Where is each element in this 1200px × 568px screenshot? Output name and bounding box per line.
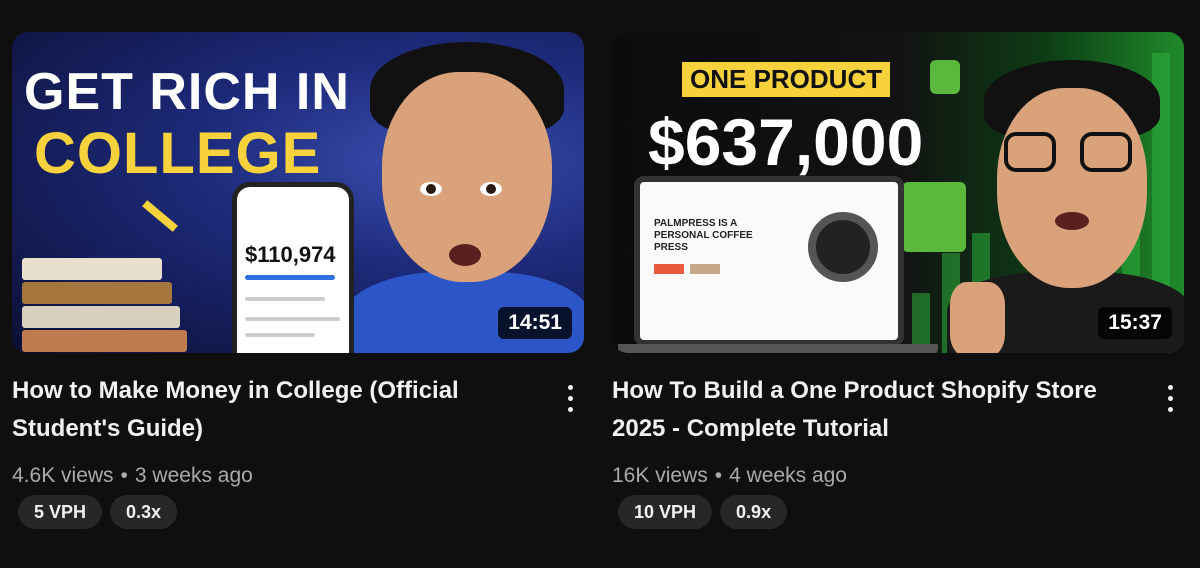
thumbnail-hand [950,282,1005,353]
thumbnail-headline: GET RICH IN [24,63,350,121]
video-title[interactable]: How To Build a One Product Shopify Store… [612,372,1102,448]
view-count: 16K views [612,464,708,487]
thumbnail-headline-accent: COLLEGE [34,121,322,186]
thumbnail-person-face [997,88,1147,288]
video-metadata: 16K views • 4 weeks ago [612,464,847,488]
meta-separator: • [714,464,723,487]
thumbnail-mouth [1055,212,1089,230]
thumbnail-eye [480,182,502,196]
video-title[interactable]: How to Make Money in College (Official S… [12,372,502,448]
video-card[interactable]: GET RICH IN COLLEGE $110,974 14:51 How t… [12,32,584,529]
view-count: 4.6K views [12,464,114,487]
shopify-bag-icon [930,60,960,94]
meta-separator: • [120,464,128,487]
vph-badge: 10 VPH [618,495,713,529]
vph-badge: 5 VPH [18,495,103,529]
thumbnail-mouth [449,244,481,266]
glasses-lens [1004,132,1056,172]
more-options-icon[interactable] [1156,380,1184,416]
laptop-base [618,344,938,353]
shopify-bag-icon [902,182,966,252]
thumbnail-arrow-icon [142,200,178,232]
video-card[interactable]: ONE PRODUCT $637,000 PALMPRESS IS A PERS… [612,32,1184,529]
stats-badges: 10 VPH 0.9x [618,495,788,529]
phone-balance: $110,974 [245,242,336,267]
upload-age: 3 weeks ago [134,464,253,487]
duration-badge: 14:51 [498,307,572,339]
thumbnail-laptop: PALMPRESS IS A PERSONAL COFFEE PRESS [634,176,904,346]
video-thumbnail[interactable]: ONE PRODUCT $637,000 PALMPRESS IS A PERS… [612,32,1184,353]
video-thumbnail[interactable]: GET RICH IN COLLEGE $110,974 14:51 [12,32,584,353]
more-options-icon[interactable] [556,380,584,416]
laptop-product [808,212,878,282]
laptop-headline: PALMPRESS IS A PERSONAL COFFEE PRESS [654,218,753,253]
glasses-lens [1080,132,1132,172]
thumbnail-label: ONE PRODUCT [682,62,891,97]
thumbnail-phone: $110,974 [232,182,354,353]
stats-badges: 5 VPH 0.3x [18,495,178,529]
video-metadata: 4.6K views • 3 weeks ago [12,464,253,488]
upload-age: 4 weeks ago [729,464,847,487]
duration-badge: 15:37 [1098,307,1172,339]
phone-progress-bar [245,275,335,280]
thumbnail-eye [420,182,442,196]
outlier-score-badge: 0.9x [720,495,788,529]
thumbnail-amount: $637,000 [648,105,924,179]
outlier-score-badge: 0.3x [110,495,178,529]
